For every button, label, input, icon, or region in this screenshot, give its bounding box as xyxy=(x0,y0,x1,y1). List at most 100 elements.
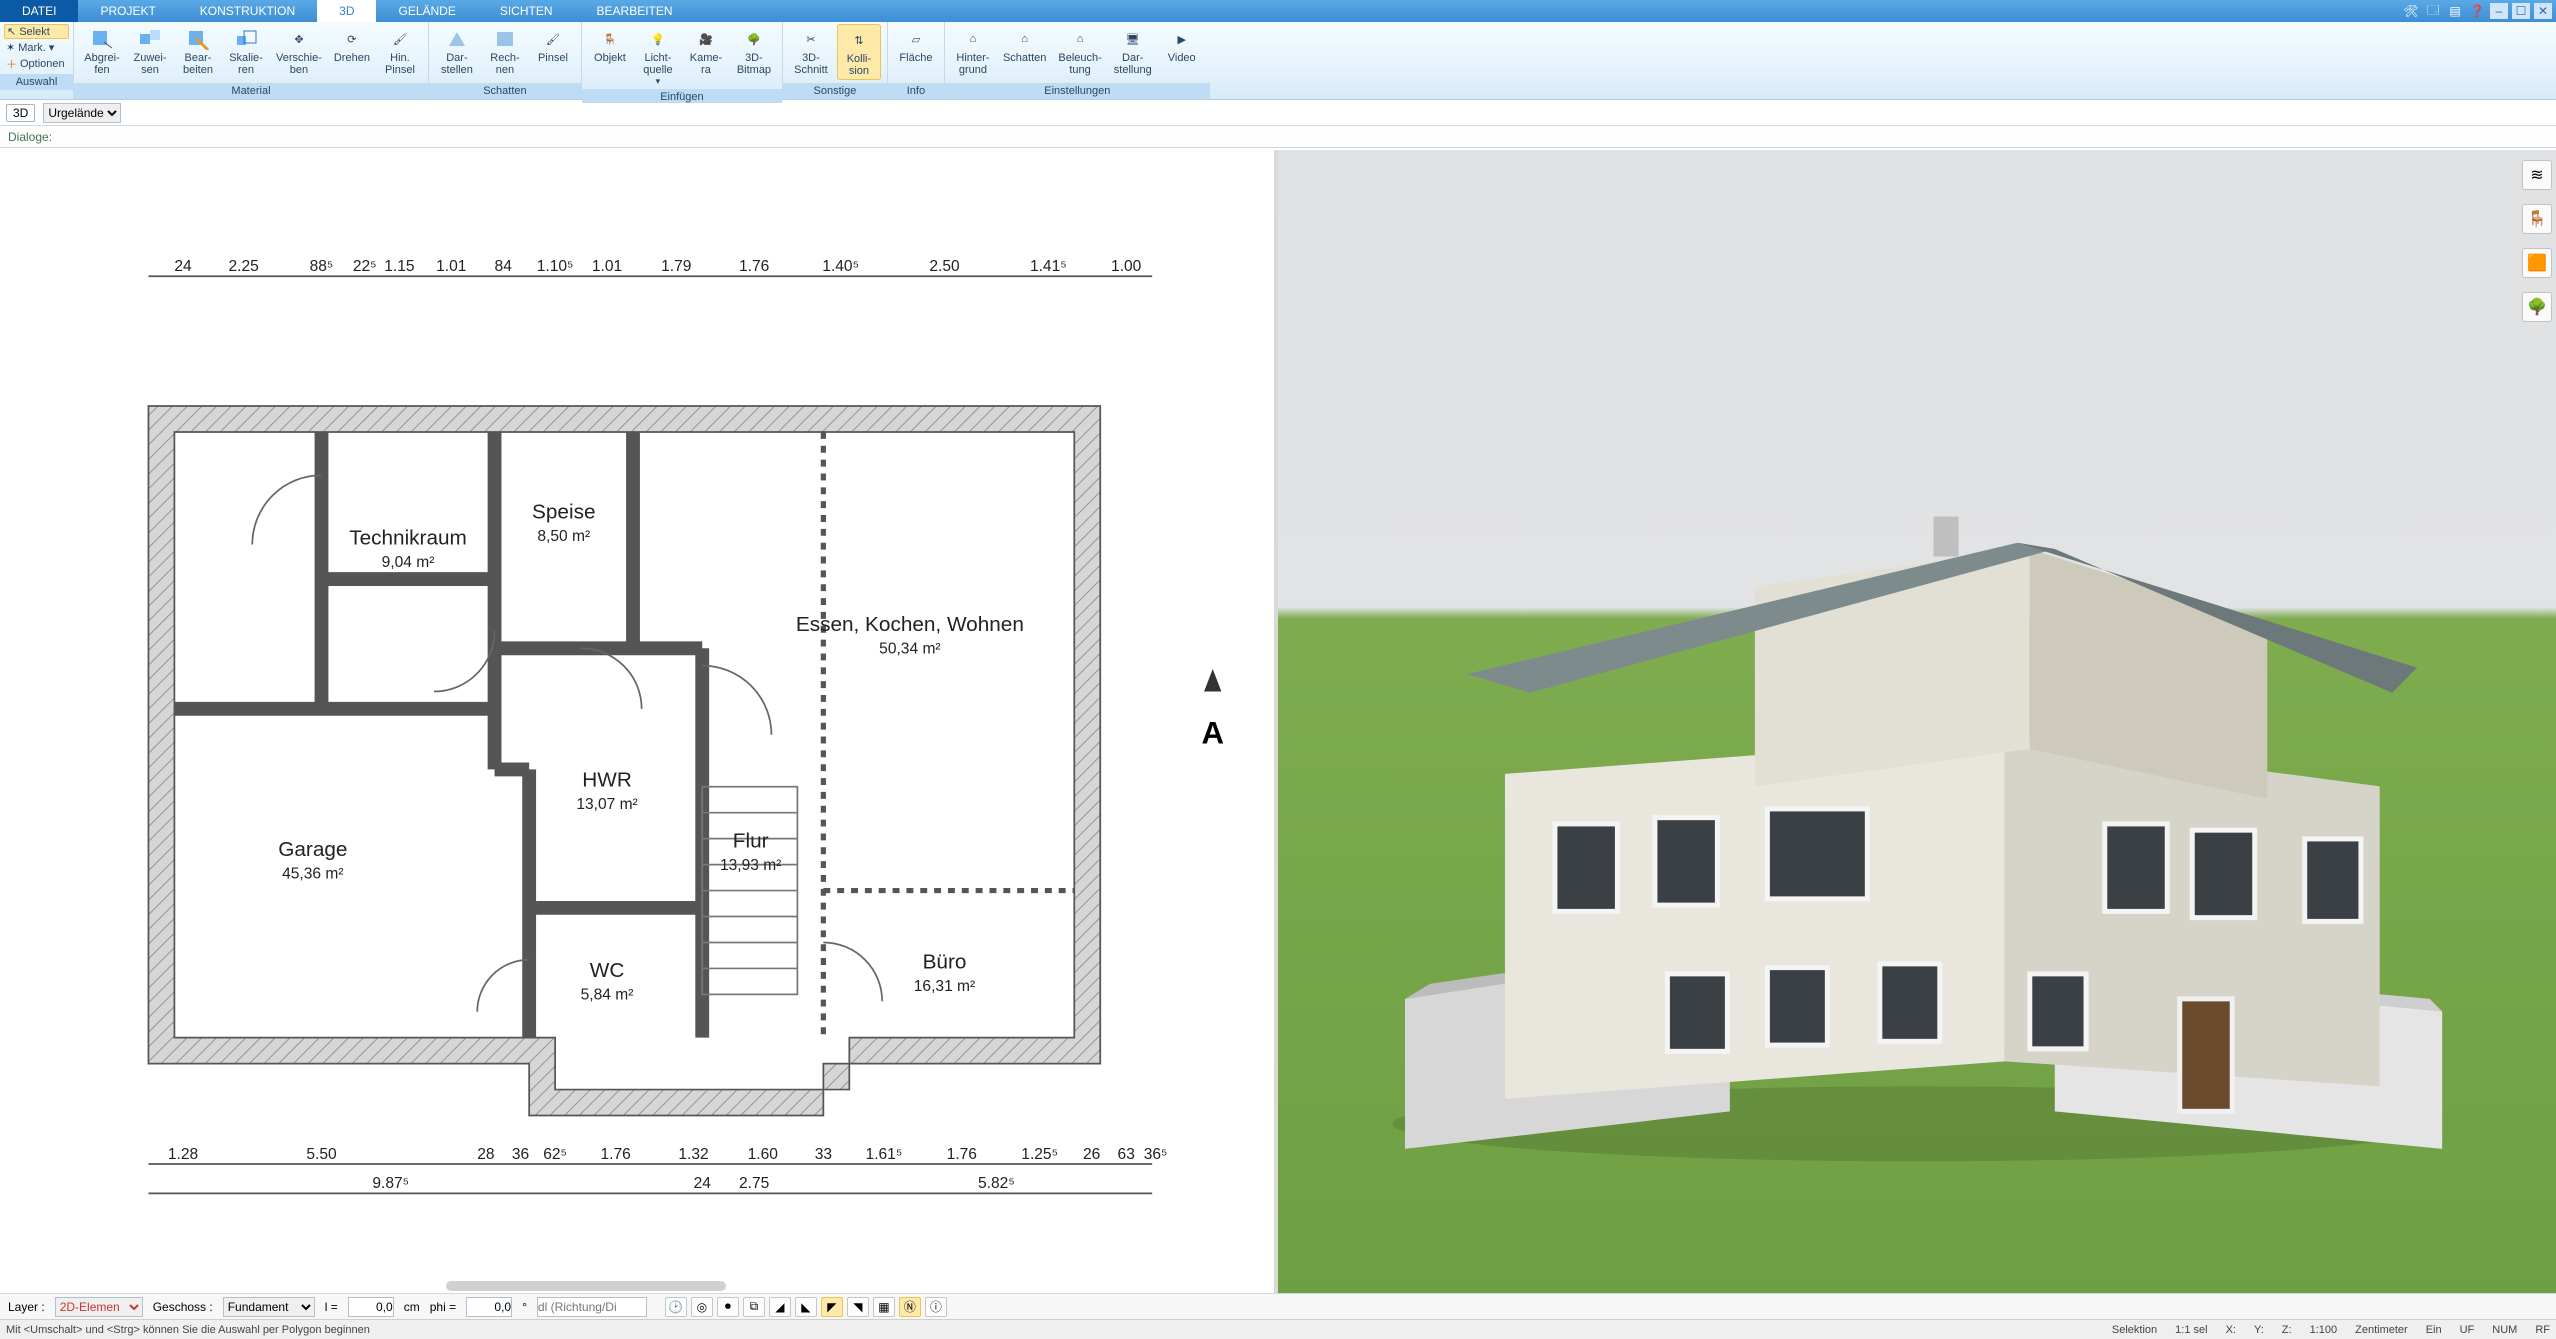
svg-text:5,84 m²: 5,84 m² xyxy=(581,987,634,1004)
shade3-icon[interactable]: ◤ xyxy=(821,1297,843,1317)
optionen-button[interactable]: ＋ Optionen xyxy=(4,56,69,72)
maximize-button[interactable]: ☐ xyxy=(2512,3,2530,19)
svg-text:16,31 m²: 16,31 m² xyxy=(914,978,975,995)
status-ein: Ein xyxy=(2426,1324,2442,1336)
shade4-icon[interactable]: ◥ xyxy=(847,1297,869,1317)
tab-gelaende[interactable]: GELÄNDE xyxy=(376,0,477,22)
context-bar: 3D Urgelände xyxy=(0,100,2556,126)
material-tool[interactable]: 🟧 xyxy=(2522,248,2552,278)
furniture-tool[interactable]: 🪑 xyxy=(2522,204,2552,234)
video-button[interactable]: ▶Video xyxy=(1160,24,1204,66)
status-bar: Mit <Umschalt> und <Strg> können Sie die… xyxy=(0,1319,2556,1339)
group-label-einstellungen: Einstellungen xyxy=(945,83,1210,99)
skalieren-button[interactable]: Skalie- ren xyxy=(224,24,268,78)
lichtquelle-button[interactable]: 💡Licht- quelle▾ xyxy=(636,24,680,89)
tab-konstruktion[interactable]: KONSTRUKTION xyxy=(178,0,317,22)
tab-projekt[interactable]: PROJEKT xyxy=(78,0,177,22)
group-label-material: Material xyxy=(74,83,428,99)
hinpinsel-button[interactable]: 🖌Hin. Pinsel xyxy=(378,24,422,78)
clock-icon[interactable]: 🕑 xyxy=(665,1297,687,1317)
svg-text:13,07 m²: 13,07 m² xyxy=(576,796,637,813)
view-2d[interactable]: Technikraum 9,04 m² Speise 8,50 m² Essen… xyxy=(0,150,1278,1293)
dl-input[interactable] xyxy=(537,1297,647,1317)
unit-deg: ° xyxy=(522,1300,527,1314)
geschoss-select[interactable]: Fundament xyxy=(223,1297,315,1317)
monitor-icon: 🖥 xyxy=(1119,26,1147,52)
flaeche-button[interactable]: ▱Fläche xyxy=(894,24,938,66)
rechnen-button[interactable]: Rech- nen xyxy=(483,24,527,78)
svg-text:36: 36 xyxy=(512,1146,529,1163)
layer-label: Layer : xyxy=(8,1300,45,1314)
abgreifen-button[interactable]: Abgrei- fen xyxy=(80,24,124,78)
tools-icon[interactable]: 🛠 xyxy=(2402,3,2420,19)
darstellen-button[interactable]: Dar- stellen xyxy=(435,24,479,78)
tree-tool[interactable]: 🌳 xyxy=(2522,292,2552,322)
layer-select[interactable]: 2D-Elemen xyxy=(55,1297,143,1317)
l-input[interactable] xyxy=(348,1297,394,1317)
help-icon[interactable]: ❓ xyxy=(2468,3,2486,19)
info-icon[interactable]: ⓘ xyxy=(925,1297,947,1317)
zuweisen-button[interactable]: Zuwei- sen xyxy=(128,24,172,78)
schatten-button[interactable]: ⌂Schatten xyxy=(999,24,1050,66)
hintergrund-button[interactable]: ⌂Hinter- grund xyxy=(951,24,995,78)
svg-text:1.25⁵: 1.25⁵ xyxy=(1021,1146,1058,1163)
svg-text:1.60: 1.60 xyxy=(748,1146,779,1163)
minimize-button[interactable]: – xyxy=(2490,3,2508,19)
shade1-icon[interactable]: ◢ xyxy=(769,1297,791,1317)
3dschnitt-button[interactable]: ✂3D- Schnitt xyxy=(789,24,833,78)
selekt-button[interactable]: ↖ Selekt xyxy=(4,24,69,39)
l-label: l = xyxy=(325,1300,338,1314)
ribbon-group-einfuegen: 🪑Objekt 💡Licht- quelle▾ 🎥Kame- ra 🌳3D- B… xyxy=(582,22,783,99)
3dbitmap-button[interactable]: 🌳3D- Bitmap xyxy=(732,24,776,78)
status-z: Z: xyxy=(2282,1324,2292,1336)
view-3d[interactable]: ≋ 🪑 🟧 🌳 xyxy=(1278,150,2556,1293)
pinsel-button[interactable]: 🖌Pinsel xyxy=(531,24,575,66)
svg-text:HWR: HWR xyxy=(582,769,632,792)
window-icon[interactable]: 🗔 xyxy=(2424,3,2442,19)
bearbeiten-button[interactable]: Bear- beiten xyxy=(176,24,220,78)
tab-datei[interactable]: DATEI xyxy=(0,0,78,22)
objekt-button[interactable]: 🪑Objekt xyxy=(588,24,632,66)
kamera-button[interactable]: 🎥Kame- ra xyxy=(684,24,728,78)
area-icon: ▱ xyxy=(902,26,930,52)
layers-tool[interactable]: ≋ xyxy=(2522,160,2552,190)
close-button[interactable]: ✕ xyxy=(2534,3,2552,19)
svg-text:1.40⁵: 1.40⁵ xyxy=(822,258,859,275)
svg-text:1.01: 1.01 xyxy=(436,258,466,275)
record-icon[interactable]: ⏺ xyxy=(717,1297,739,1317)
beleuchtung-button[interactable]: ⌂Beleuch- tung xyxy=(1054,24,1105,78)
dialoge-bar: Dialoge: xyxy=(0,126,2556,148)
svg-text:1.61⁵: 1.61⁵ xyxy=(866,1146,903,1163)
drehen-button[interactable]: ⟳Drehen xyxy=(330,24,374,66)
brush-icon: 🖌 xyxy=(386,26,414,52)
svg-text:50,34 m²: 50,34 m² xyxy=(879,640,940,657)
horizontal-scrollbar[interactable] xyxy=(446,1281,726,1291)
status-unit: Zentimeter xyxy=(2355,1324,2408,1336)
svg-text:13,93 m²: 13,93 m² xyxy=(720,857,781,874)
kollision-button[interactable]: ⇅Kolli- sion xyxy=(837,24,881,80)
north-icon[interactable]: Ⓝ xyxy=(899,1297,921,1317)
terrain-select[interactable]: Urgelände xyxy=(43,103,121,123)
svg-text:1.32: 1.32 xyxy=(678,1146,708,1163)
layers-icon[interactable]: ▤ xyxy=(2446,3,2464,19)
phi-input[interactable] xyxy=(466,1297,512,1317)
verschieben-button[interactable]: ✥Verschie- ben xyxy=(272,24,326,78)
darstellung-button[interactable]: 🖥Dar- stellung xyxy=(1110,24,1156,78)
tab-sichten[interactable]: SICHTEN xyxy=(478,0,575,22)
shade2-icon[interactable]: ◣ xyxy=(795,1297,817,1317)
svg-text:26: 26 xyxy=(1083,1146,1100,1163)
tab-bearbeiten[interactable]: BEARBEITEN xyxy=(575,0,695,22)
optionen-label: Optionen xyxy=(20,58,65,70)
svg-text:1.10⁵: 1.10⁵ xyxy=(537,258,574,275)
mark-button[interactable]: ✶ Mark. ▾ xyxy=(4,41,69,54)
focal-icon[interactable]: ◎ xyxy=(691,1297,713,1317)
svg-text:33: 33 xyxy=(815,1146,832,1163)
grid-icon[interactable]: ▦ xyxy=(873,1297,895,1317)
svg-text:28: 28 xyxy=(477,1146,494,1163)
svg-text:5.50: 5.50 xyxy=(306,1146,337,1163)
svg-text:2.75: 2.75 xyxy=(739,1175,769,1192)
property-bar: Layer : 2D-Elemen Geschoss : Fundament l… xyxy=(0,1293,2556,1319)
copy-icon[interactable]: ⧉ xyxy=(743,1297,765,1317)
status-uf: UF xyxy=(2460,1324,2475,1336)
tab-3d[interactable]: 3D xyxy=(317,0,376,22)
